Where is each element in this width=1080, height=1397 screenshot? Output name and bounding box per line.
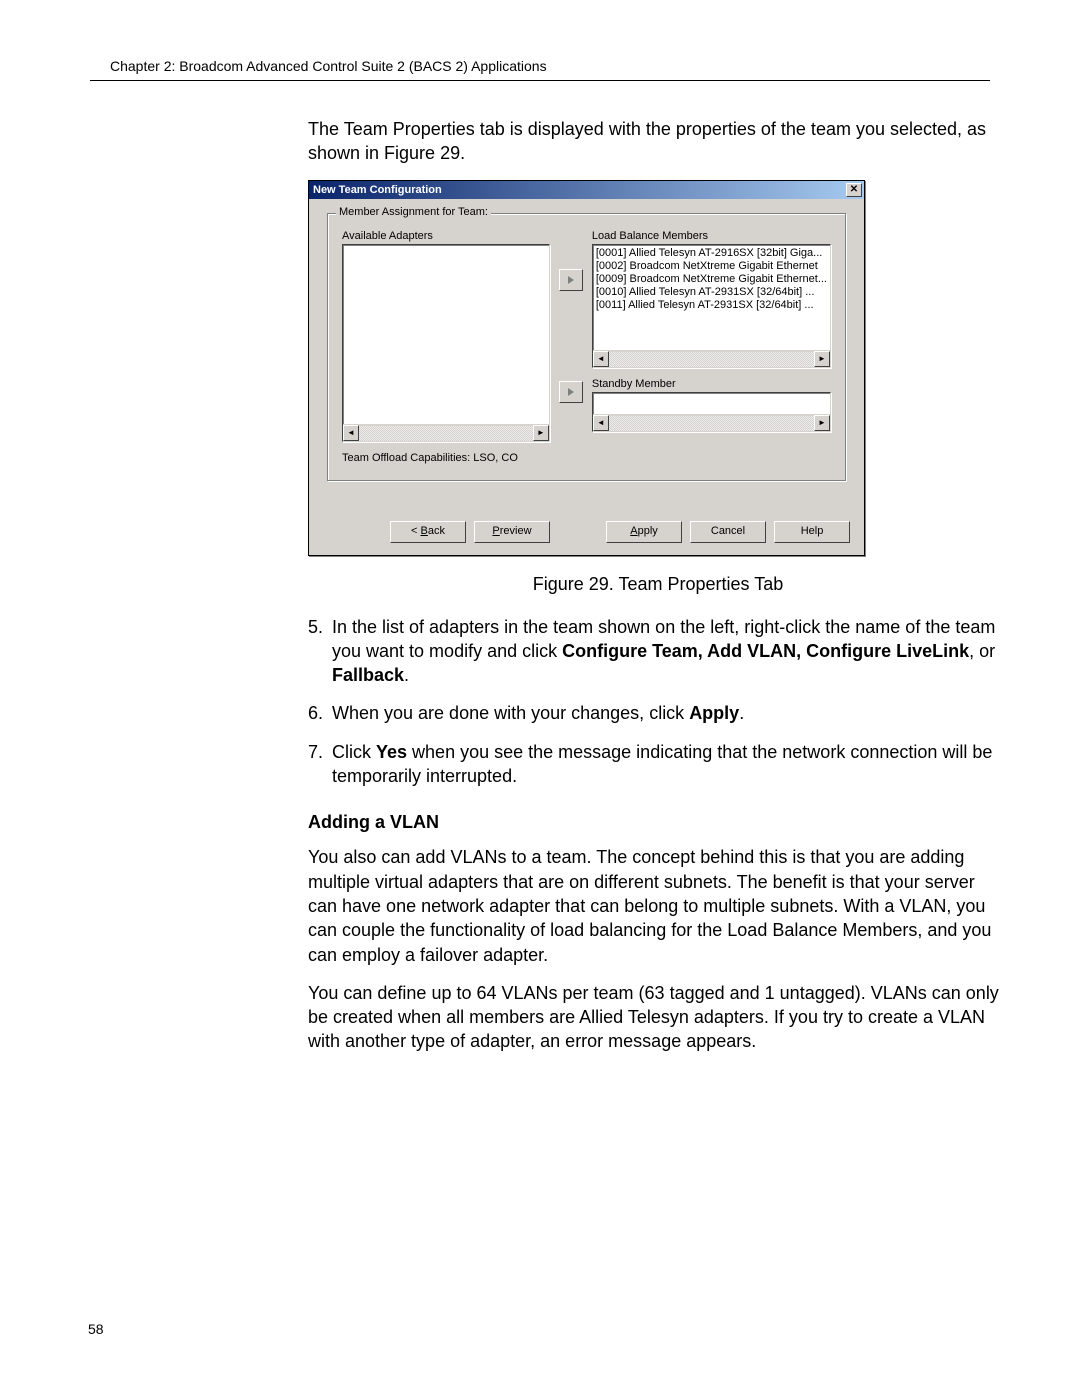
close-icon[interactable]: ✕ <box>846 183 862 197</box>
scroll-track[interactable] <box>359 425 533 441</box>
list-item[interactable]: [0010] Allied Telesyn AT-2931SX [32/64bi… <box>596 286 827 299</box>
intro-paragraph: The Team Properties tab is displayed wit… <box>308 117 1008 166</box>
available-adapters-list[interactable]: ◄ ► <box>342 244 550 442</box>
arrow-right-icon <box>566 387 576 397</box>
list-item[interactable]: [0001] Allied Telesyn AT-2916SX [32bit] … <box>596 247 827 260</box>
preview-button[interactable]: Preview <box>474 521 550 543</box>
scroll-right-icon[interactable]: ► <box>533 425 549 441</box>
vlan-paragraph-2: You can define up to 64 VLANs per team (… <box>308 981 1008 1054</box>
load-balance-members-label: Load Balance Members <box>592 230 831 242</box>
step-6: 6. When you are done with your changes, … <box>308 701 1008 725</box>
chapter-header: Chapter 2: Broadcom Advanced Control Sui… <box>110 58 990 74</box>
figure-caption: Figure 29. Team Properties Tab <box>308 574 1008 595</box>
page-number: 58 <box>88 1321 104 1337</box>
team-offload-capabilities: Team Offload Capabilities: LSO, CO <box>342 452 831 464</box>
scroll-right-icon[interactable]: ► <box>814 415 830 431</box>
scrollbar[interactable]: ◄ ► <box>343 424 549 441</box>
apply-button[interactable]: Apply <box>606 521 682 543</box>
scroll-right-icon[interactable]: ► <box>814 351 830 367</box>
scrollbar[interactable]: ◄ ► <box>593 350 830 367</box>
vlan-paragraph-1: You also can add VLANs to a team. The co… <box>308 845 1008 966</box>
dialog-title: New Team Configuration <box>313 184 442 196</box>
scrollbar[interactable]: ◄ ► <box>593 414 830 431</box>
list-item[interactable]: [0009] Broadcom NetXtreme Gigabit Ethern… <box>596 273 827 286</box>
scroll-track[interactable] <box>609 351 814 367</box>
step-7: 7. Click Yes when you see the message in… <box>308 740 1008 789</box>
available-adapters-label: Available Adapters <box>342 230 550 242</box>
help-button[interactable]: Help <box>774 521 850 543</box>
groupbox-label: Member Assignment for Team: <box>336 206 491 218</box>
load-balance-members-list[interactable]: [0001] Allied Telesyn AT-2916SX [32bit] … <box>592 244 831 368</box>
back-button[interactable]: < Back <box>390 521 466 543</box>
dialog-button-row: < Back Preview Apply Cancel Help <box>309 517 864 555</box>
step-5: 5. In the list of adapters in the team s… <box>308 615 1008 688</box>
scroll-left-icon[interactable]: ◄ <box>593 415 609 431</box>
move-to-load-balance-button[interactable] <box>559 269 583 291</box>
standby-member-label: Standby Member <box>592 378 831 390</box>
member-assignment-groupbox: Member Assignment for Team: Available Ad… <box>327 213 846 481</box>
scroll-left-icon[interactable]: ◄ <box>593 351 609 367</box>
scroll-track[interactable] <box>609 415 814 431</box>
standby-member-list[interactable]: ◄ ► <box>592 392 831 432</box>
dialog-titlebar[interactable]: New Team Configuration ✕ <box>309 181 864 199</box>
list-item[interactable]: [0011] Allied Telesyn AT-2931SX [32/64bi… <box>596 299 827 312</box>
cancel-button[interactable]: Cancel <box>690 521 766 543</box>
arrow-right-icon <box>566 275 576 285</box>
chapter-rule <box>90 80 990 81</box>
new-team-configuration-dialog: New Team Configuration ✕ Member Assignme… <box>308 180 865 556</box>
list-item[interactable]: [0002] Broadcom NetXtreme Gigabit Ethern… <box>596 260 827 273</box>
adding-vlan-heading: Adding a VLAN <box>308 812 1008 833</box>
scroll-left-icon[interactable]: ◄ <box>343 425 359 441</box>
move-to-standby-button[interactable] <box>559 381 583 403</box>
